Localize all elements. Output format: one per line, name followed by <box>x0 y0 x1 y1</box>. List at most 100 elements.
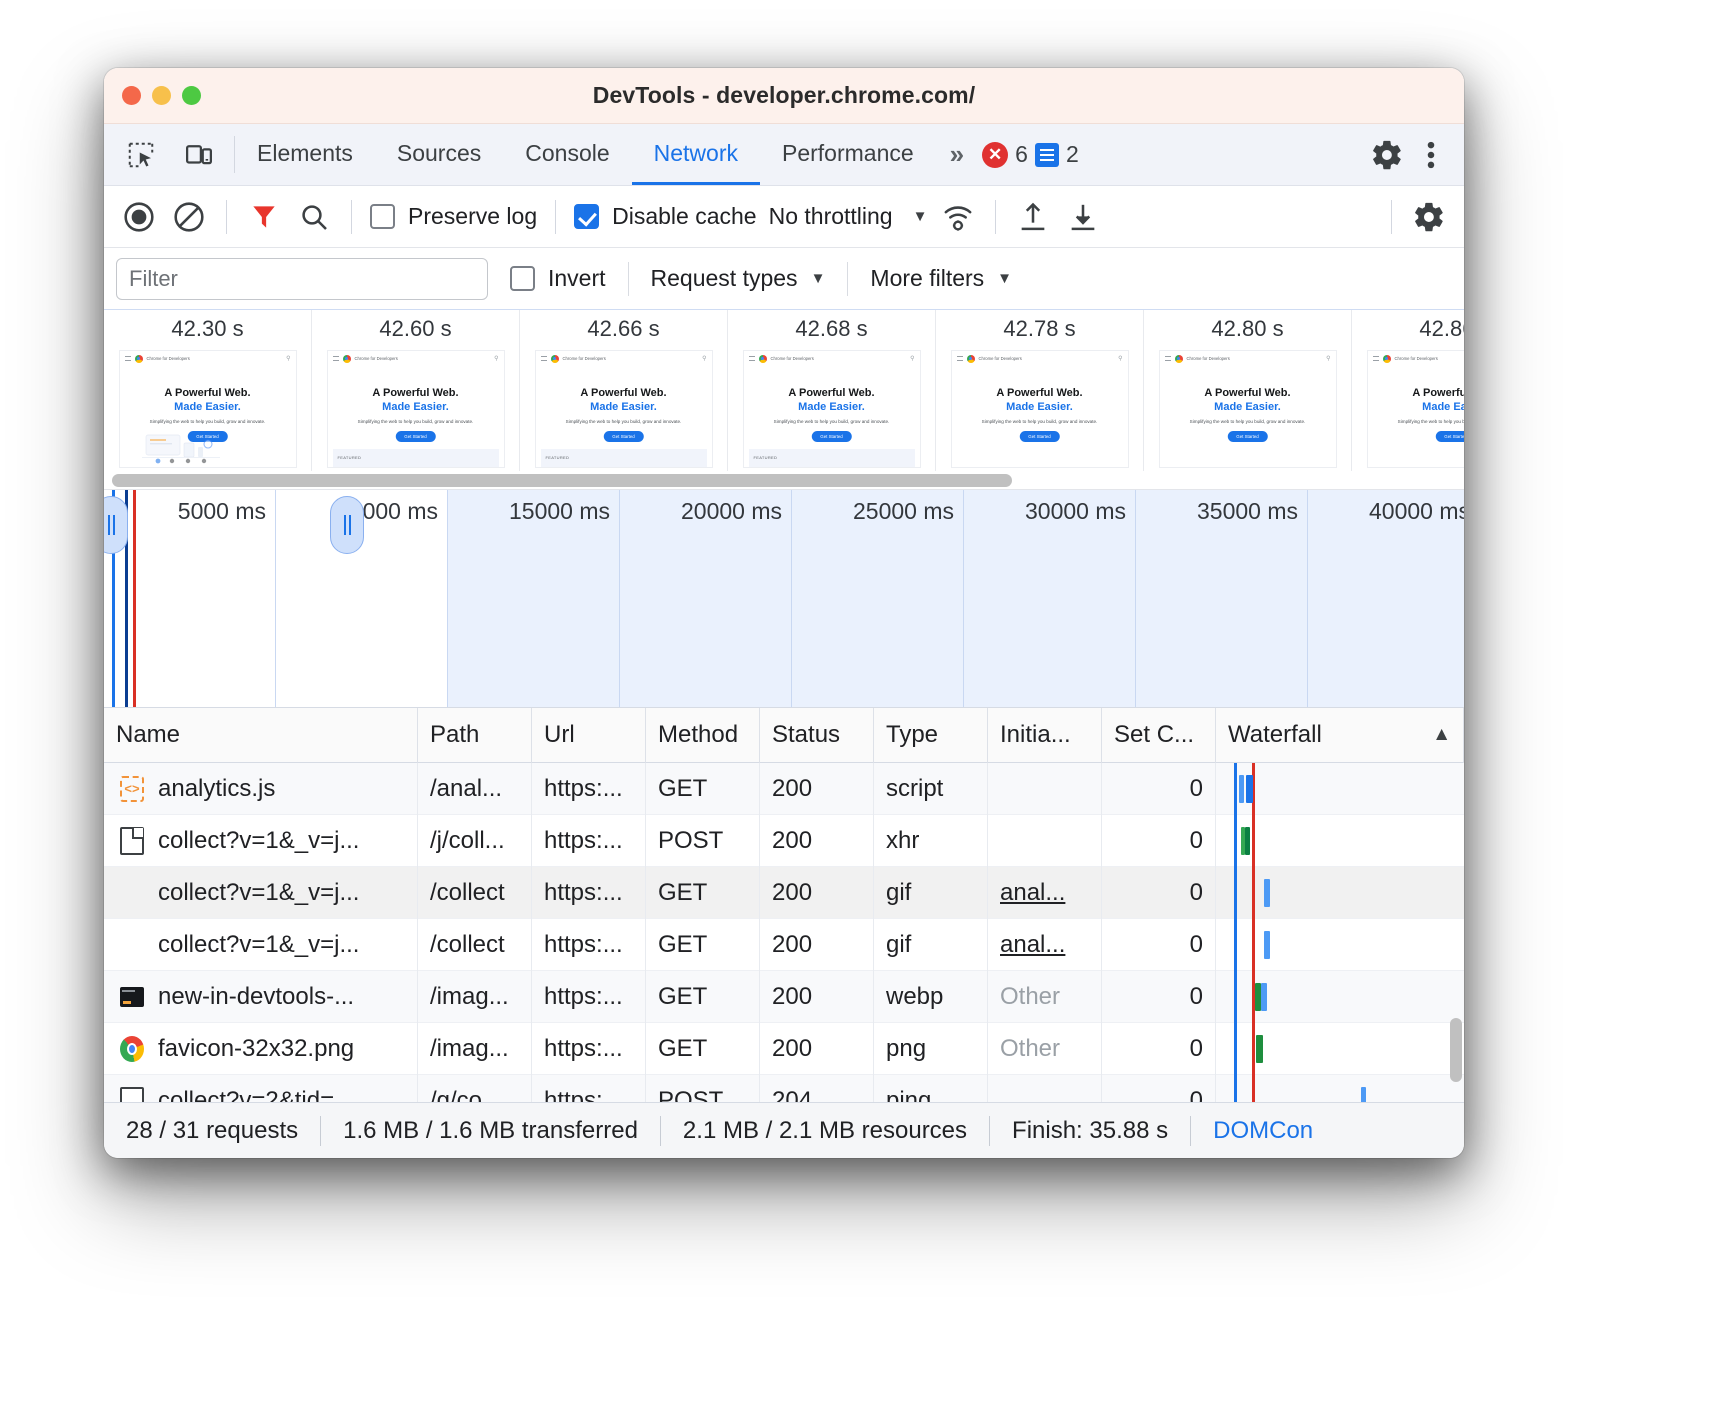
ruler-tick: 20000 ms <box>620 490 792 532</box>
cell-initiator[interactable]: anal... <box>988 919 1102 971</box>
status-resources: 2.1 MB / 2.1 MB resources <box>661 1117 989 1145</box>
filmstrip: 42.30 s Chrome for Developers ⚲ A Powerf… <box>104 310 1464 490</box>
cell-name[interactable]: collect?v=1&_v=j... <box>104 919 418 971</box>
tab-performance[interactable]: Performance <box>760 124 936 185</box>
filmstrip-frame[interactable]: 42.60 s Chrome for Developers ⚲ A Powerf… <box>312 310 520 489</box>
disable-cache-box[interactable] <box>574 204 599 229</box>
cell-waterfall[interactable] <box>1216 815 1464 867</box>
close-window-button[interactable] <box>122 86 141 105</box>
network-settings-gear-icon[interactable] <box>1410 198 1448 236</box>
table-row[interactable]: collect?v=1&_v=j... /j/coll... https:...… <box>104 815 1464 867</box>
column-header-type[interactable]: Type <box>874 708 988 763</box>
disable-cache-checkbox[interactable]: Disable cache <box>574 203 756 230</box>
more-tabs-chevron-icon[interactable]: » <box>936 124 978 185</box>
table-vertical-scrollbar[interactable] <box>1450 1018 1462 1082</box>
cell-waterfall[interactable] <box>1216 971 1464 1023</box>
table-row[interactable]: <> analytics.js /anal... https:... GET 2… <box>104 763 1464 815</box>
preview-headline-1: A Powerful Web. <box>536 387 712 399</box>
cell-waterfall[interactable] <box>1216 867 1464 919</box>
column-header-waterfall[interactable]: Waterfall ▲ <box>1216 708 1464 763</box>
filmstrip-frame[interactable]: 42.66 s Chrome for Developers ⚲ A Powerf… <box>520 310 728 489</box>
cell-initiator: Other <box>988 1023 1102 1075</box>
overview-selection-handle-right[interactable] <box>330 496 364 554</box>
tab-sources[interactable]: Sources <box>375 124 503 185</box>
cell-name[interactable]: new-in-devtools-... <box>104 971 418 1023</box>
cell-type: script <box>874 763 988 815</box>
table-row[interactable]: collect?v=1&_v=j... /collect https:... G… <box>104 919 1464 971</box>
filmstrip-frame[interactable]: 42.80 s Chrome for Developers ⚲ A Powerf… <box>1144 310 1352 489</box>
cell-path: /collect <box>418 867 532 919</box>
more-filters-dropdown[interactable]: More filters ▼ <box>848 265 1034 292</box>
cell-waterfall[interactable] <box>1216 1023 1464 1075</box>
request-name: collect?v=1&_v=j... <box>158 879 359 907</box>
invert-checkbox[interactable]: Invert <box>488 265 628 292</box>
cell-name[interactable]: favicon-32x32.png <box>104 1023 418 1075</box>
overview-selection-handle-left[interactable] <box>104 496 128 554</box>
throttling-value: No throttling <box>769 203 893 230</box>
column-header-method[interactable]: Method <box>646 708 760 763</box>
throttling-dropdown[interactable]: No throttling ▼ <box>769 203 928 230</box>
window-titlebar: DevTools - developer.chrome.com/ <box>104 68 1464 124</box>
gear-icon[interactable] <box>1368 136 1406 174</box>
maximize-window-button[interactable] <box>182 86 201 105</box>
filmstrip-horizontal-scrollbar[interactable] <box>104 471 1464 489</box>
tab-elements[interactable]: Elements <box>235 124 375 185</box>
invert-box[interactable] <box>510 266 535 291</box>
export-har-icon[interactable] <box>1064 198 1102 236</box>
preview-cta-button: Get Started <box>603 431 643 442</box>
filmstrip-frame[interactable]: 42.78 s Chrome for Developers ⚲ A Powerf… <box>936 310 1144 489</box>
filmstrip-frame[interactable]: 42.30 s Chrome for Developers ⚲ A Powerf… <box>104 310 312 489</box>
cell-status: 200 <box>760 763 874 815</box>
filmstrip-scroll-thumb[interactable] <box>112 474 1012 487</box>
filter-input[interactable] <box>116 258 488 300</box>
request-name: collect?v=1&_v=j... <box>158 827 359 855</box>
inspect-element-icon[interactable] <box>122 136 160 174</box>
tab-network[interactable]: Network <box>632 124 760 185</box>
cell-name[interactable]: <> analytics.js <box>104 763 418 815</box>
cell-url: https:... <box>532 919 646 971</box>
column-header-url[interactable]: Url <box>532 708 646 763</box>
filmstrip-frame[interactable]: 42.68 s Chrome for Developers ⚲ A Powerf… <box>728 310 936 489</box>
column-header-set-cookies[interactable]: Set C... <box>1102 708 1216 763</box>
cell-name[interactable]: collect?v=1&_v=j... <box>104 815 418 867</box>
request-types-label: Request types <box>651 265 798 292</box>
cell-waterfall[interactable] <box>1216 763 1464 815</box>
device-toolbar-icon[interactable] <box>180 136 218 174</box>
error-counter[interactable]: ✕ 6 <box>982 141 1028 168</box>
status-finish: Finish: 35.88 s <box>990 1117 1190 1145</box>
cell-initiator[interactable]: anal... <box>988 867 1102 919</box>
import-har-icon[interactable] <box>1014 198 1052 236</box>
clear-icon[interactable] <box>170 198 208 236</box>
cell-name[interactable]: collect?v=1&_v=j... <box>104 867 418 919</box>
tab-console[interactable]: Console <box>503 124 631 185</box>
request-types-dropdown[interactable]: Request types ▼ <box>629 265 848 292</box>
column-header-path[interactable]: Path <box>418 708 532 763</box>
network-conditions-icon[interactable] <box>939 198 977 236</box>
message-counter[interactable]: 2 <box>1035 141 1079 168</box>
record-icon[interactable] <box>120 198 158 236</box>
cell-type: xhr <box>874 815 988 867</box>
kebab-menu-icon[interactable] <box>1412 136 1450 174</box>
preserve-log-box[interactable] <box>370 204 395 229</box>
column-header-status[interactable]: Status <box>760 708 874 763</box>
filter-funnel-icon[interactable] <box>245 198 283 236</box>
minimize-window-button[interactable] <box>152 86 171 105</box>
table-row[interactable]: new-in-devtools-... /imag... https:... G… <box>104 971 1464 1023</box>
table-row[interactable]: collect?v=1&_v=j... /collect https:... G… <box>104 867 1464 919</box>
overview-ruler: 5000 ms 10000 ms 15000 ms 20000 ms 25000… <box>104 490 1464 532</box>
cell-set-cookies: 0 <box>1102 815 1216 867</box>
column-header-name[interactable]: Name <box>104 708 418 763</box>
preview-topbar: Chrome for Developers ⚲ <box>1368 351 1465 366</box>
column-header-initiator[interactable]: Initia... <box>988 708 1102 763</box>
table-row[interactable]: favicon-32x32.png /imag... https:... GET… <box>104 1023 1464 1075</box>
preview-brand: Chrome for Developers <box>771 356 814 361</box>
ruler-tick: 30000 ms <box>964 490 1136 532</box>
search-icon[interactable] <box>295 198 333 236</box>
filmstrip-frame[interactable]: 42.86 s Chrome for Developers ⚲ A Powerf… <box>1352 310 1464 489</box>
network-overview[interactable]: 5000 ms 10000 ms 15000 ms 20000 ms 25000… <box>104 490 1464 708</box>
cell-waterfall[interactable] <box>1216 919 1464 971</box>
preserve-log-checkbox[interactable]: Preserve log <box>370 203 537 230</box>
chrome-logo-icon <box>1175 355 1183 363</box>
frame-timestamp: 42.78 s <box>1003 316 1075 342</box>
waterfall-bar <box>1261 983 1267 1011</box>
